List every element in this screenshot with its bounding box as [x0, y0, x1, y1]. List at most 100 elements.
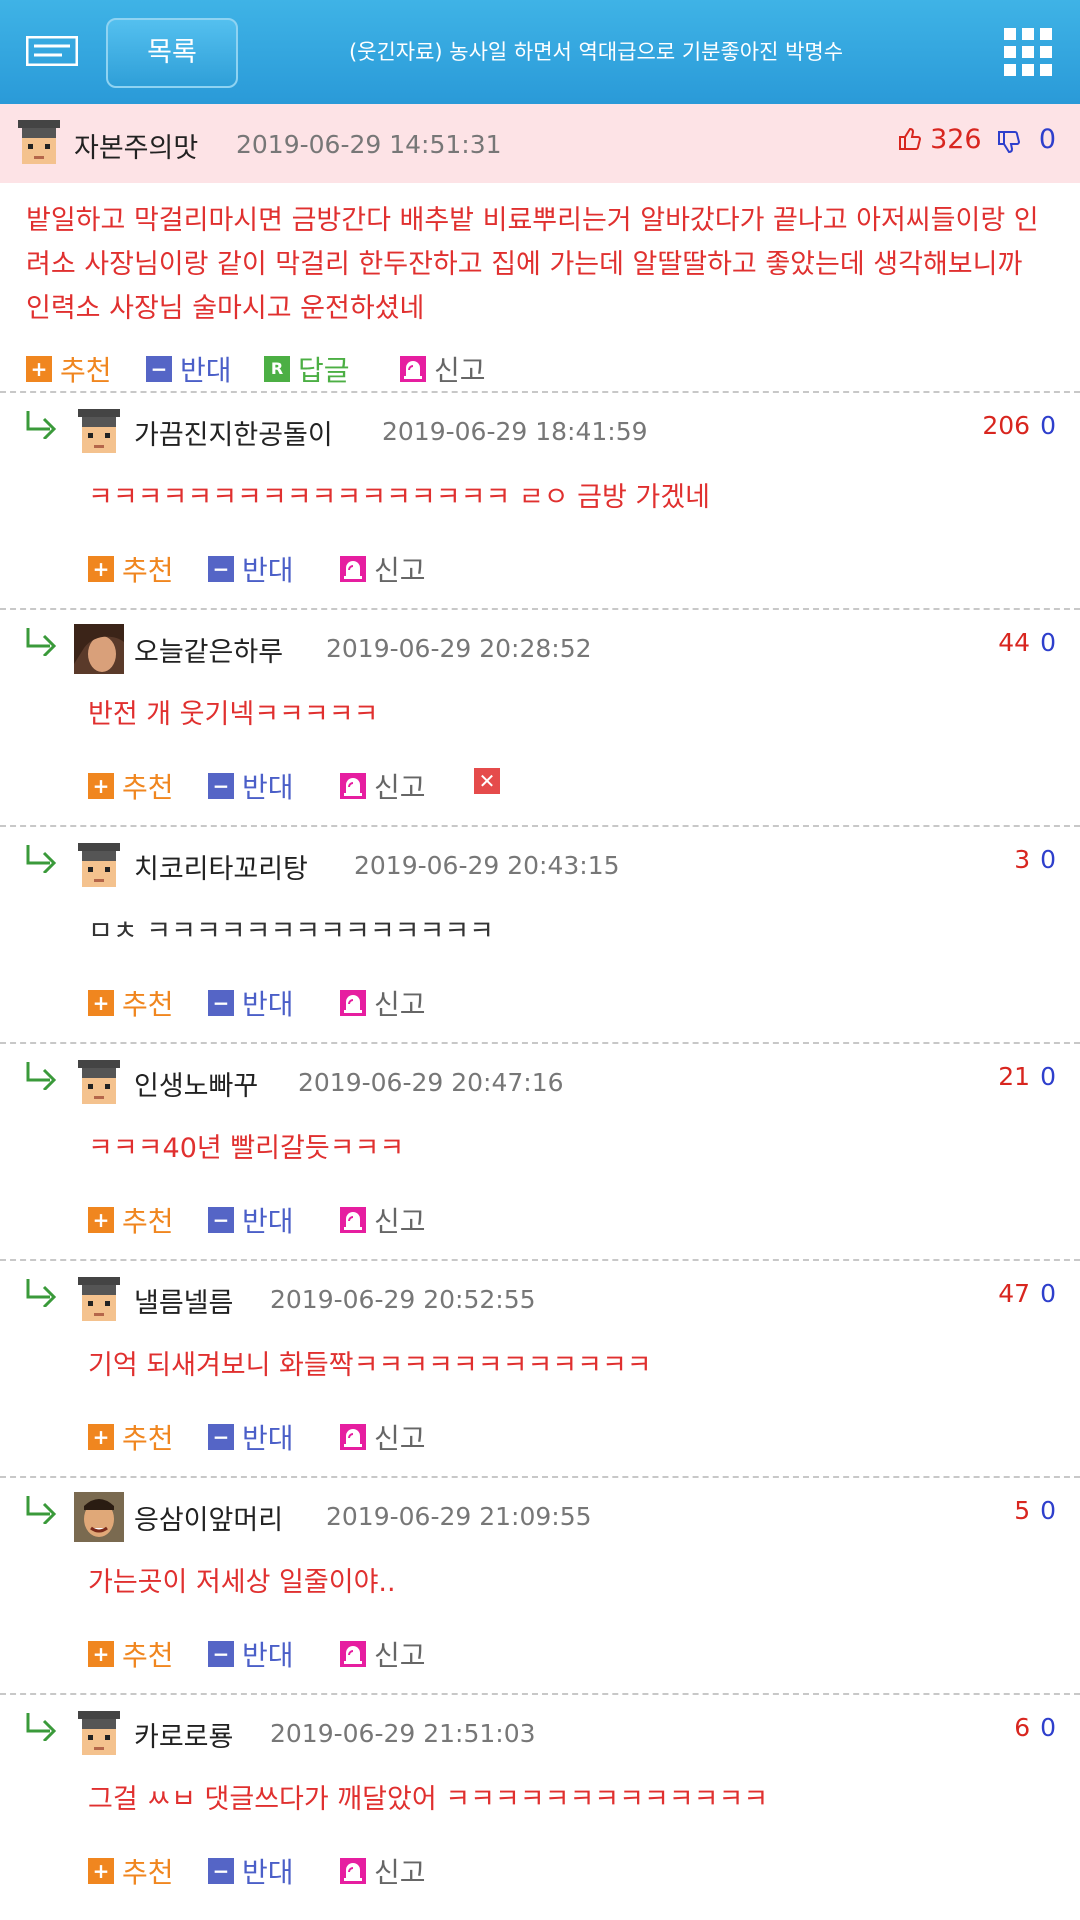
comment-author[interactable]: 오늘같은하루: [134, 630, 283, 669]
comment-upvote-count: 6: [1014, 1713, 1031, 1742]
comment-author[interactable]: 가끔진지한공돌이: [134, 413, 333, 452]
report-label: 신고: [434, 354, 486, 387]
grid-menu-icon[interactable]: [1004, 28, 1052, 76]
avatar: [74, 624, 124, 674]
plus-icon: +: [88, 556, 114, 582]
report-label: 신고: [374, 1422, 426, 1455]
oppose-button[interactable]: − 반대: [208, 549, 294, 589]
siren-icon: [340, 556, 366, 582]
oppose-button[interactable]: − 반대: [208, 766, 294, 806]
avatar: [74, 407, 124, 457]
post-body: 밭일하고 막걸리마시면 금방간다 배추밭 비료뿌리는거 알바갔다가 끝나고 아저…: [26, 205, 1039, 324]
recommend-button[interactable]: + 추천: [88, 1634, 174, 1674]
comment-text: ㅋㅋㅋㅋㅋㅋㅋㅋㅋㅋㅋㅋㅋㅋㅋㅋㅋ ㄹㅇ 금방 가겠네: [88, 482, 710, 513]
comment-upvote-count: 5: [1014, 1496, 1031, 1525]
comment: 오늘같은하루 2019-06-29 20:28:52 44 0 반전 개 웃기넥ㅋㅋㅋㅋ…: [0, 610, 1080, 825]
recommend-button[interactable]: + 추천: [88, 1417, 174, 1457]
comment-downvote-count: 0: [1040, 1496, 1056, 1525]
oppose-label: 반대: [242, 554, 294, 587]
plus-icon: +: [26, 356, 52, 382]
report-button[interactable]: 신고: [340, 1200, 426, 1240]
report-button[interactable]: 신고: [340, 1851, 426, 1891]
minus-icon: −: [208, 990, 234, 1016]
comment-downvote-count: 0: [1040, 411, 1056, 440]
oppose-label: 반대: [242, 771, 294, 804]
minus-icon: −: [208, 1207, 234, 1233]
reply-button[interactable]: R 답글: [264, 349, 350, 389]
minus-icon: −: [208, 1858, 234, 1884]
report-label: 신고: [374, 1205, 426, 1238]
comment: 가끔진지한공돌이 2019-06-29 18:41:59 206 0 ㅋㅋㅋㅋㅋㅋㅋㅋㅋ…: [0, 393, 1080, 608]
plus-icon: +: [88, 990, 114, 1016]
post-actions: + 추천 − 반대 R 답글 신고: [0, 341, 1080, 391]
report-label: 신고: [374, 1639, 426, 1672]
reply-arrow-icon: [26, 1279, 57, 1307]
comment-author[interactable]: 치코리타꼬리탕: [134, 847, 308, 886]
thumbs-up-icon[interactable]: [897, 127, 922, 151]
siren-icon: [340, 1858, 366, 1884]
recommend-button[interactable]: + 추천: [26, 349, 112, 389]
comment-date: 2019-06-29 20:28:52: [326, 634, 592, 663]
recommend-label: 추천: [122, 1205, 174, 1238]
oppose-label: 반대: [242, 988, 294, 1021]
comment-author[interactable]: 낼름넬름: [134, 1281, 233, 1320]
delete-button[interactable]: ✕: [474, 768, 508, 794]
avatar: [74, 1492, 124, 1542]
reply-arrow-icon: [26, 1496, 57, 1524]
plus-icon: +: [88, 1641, 114, 1667]
oppose-button[interactable]: − 반대: [208, 1200, 294, 1240]
post-upvote-count: 326: [930, 124, 982, 155]
comment: 낼름넬름 2019-06-29 20:52:55 47 0 기억 되새겨보니 화들짝ㅋㅋ…: [0, 1261, 1080, 1476]
comment-text: 가는곳이 저세상 일줄이야..: [88, 1567, 396, 1598]
report-button[interactable]: 신고: [340, 983, 426, 1023]
reply-label: 답글: [298, 354, 350, 387]
comment: 치코리타꼬리탕 2019-06-29 20:43:15 3 0 ㅁㅊ ㅋㅋㅋㅋㅋㅋㅋㅋㅋ…: [0, 827, 1080, 1042]
recommend-button[interactable]: + 추천: [88, 1200, 174, 1240]
oppose-button[interactable]: − 반대: [208, 1634, 294, 1674]
comment-upvote-count: 47: [998, 1279, 1031, 1308]
comment-votes: 21 0: [998, 1062, 1056, 1091]
plus-icon: +: [88, 1858, 114, 1884]
comment-upvote-count: 206: [982, 411, 1031, 440]
report-button[interactable]: 신고: [400, 349, 486, 389]
recommend-label: 추천: [60, 354, 112, 387]
thumbs-down-icon[interactable]: [996, 130, 1021, 154]
menu-icon[interactable]: [26, 36, 78, 66]
post-downvote-count: 0: [1038, 124, 1056, 155]
comment-author[interactable]: 인생노빠꾸: [134, 1064, 258, 1103]
oppose-button[interactable]: − 반대: [146, 349, 232, 389]
comment-text: 기억 되새겨보니 화들짝ㅋㅋㅋㅋㅋㅋㅋㅋㅋㅋㅋㅋ: [88, 1350, 652, 1381]
comment-author[interactable]: 응삼이앞머리: [134, 1498, 283, 1537]
recommend-label: 추천: [122, 988, 174, 1021]
comment-actions: + 추천 − 반대 신고: [0, 541, 1080, 591]
comment-votes: 47 0: [998, 1279, 1056, 1308]
comment-author[interactable]: 카로로룡: [134, 1715, 233, 1754]
reply-arrow-icon: [26, 1062, 57, 1090]
comment-downvote-count: 0: [1040, 1279, 1056, 1308]
recommend-button[interactable]: + 추천: [88, 983, 174, 1023]
reply-arrow-icon: [26, 1713, 57, 1741]
comment-date: 2019-06-29 20:43:15: [354, 851, 620, 880]
report-button[interactable]: 신고: [340, 766, 426, 806]
siren-icon: [340, 773, 366, 799]
report-button[interactable]: 신고: [340, 1634, 426, 1674]
oppose-button[interactable]: − 반대: [208, 1851, 294, 1891]
oppose-button[interactable]: − 반대: [208, 1417, 294, 1457]
oppose-button[interactable]: − 반대: [208, 983, 294, 1023]
recommend-button[interactable]: + 추천: [88, 766, 174, 806]
list-button[interactable]: 목록: [106, 18, 238, 88]
recommend-button[interactable]: + 추천: [88, 1851, 174, 1891]
comment-text: 반전 개 웃기넥ㅋㅋㅋㅋㅋ: [88, 699, 379, 730]
report-button[interactable]: 신고: [340, 549, 426, 589]
comment: 인생노빠꾸 2019-06-29 20:47:16 21 0 ㅋㅋㅋ40년 빨리갈듯ㅋㅋ…: [0, 1044, 1080, 1259]
plus-icon: +: [88, 1207, 114, 1233]
recommend-button[interactable]: + 추천: [88, 549, 174, 589]
comment-votes: 50: [1014, 1496, 1056, 1525]
recommend-label: 추천: [122, 1639, 174, 1672]
comment-text: ㅋㅋㅋ40년 빨리갈듯ㅋㅋㅋ: [88, 1133, 405, 1164]
post-author[interactable]: 자본주의맛: [74, 126, 198, 165]
comment-list: 가끔진지한공돌이 2019-06-29 18:41:59 206 0 ㅋㅋㅋㅋㅋㅋㅋㅋㅋ…: [0, 393, 1080, 1910]
report-button[interactable]: 신고: [340, 1417, 426, 1457]
avatar: [74, 841, 124, 891]
comment-actions: + 추천 − 반대 신고: [0, 1843, 1080, 1893]
